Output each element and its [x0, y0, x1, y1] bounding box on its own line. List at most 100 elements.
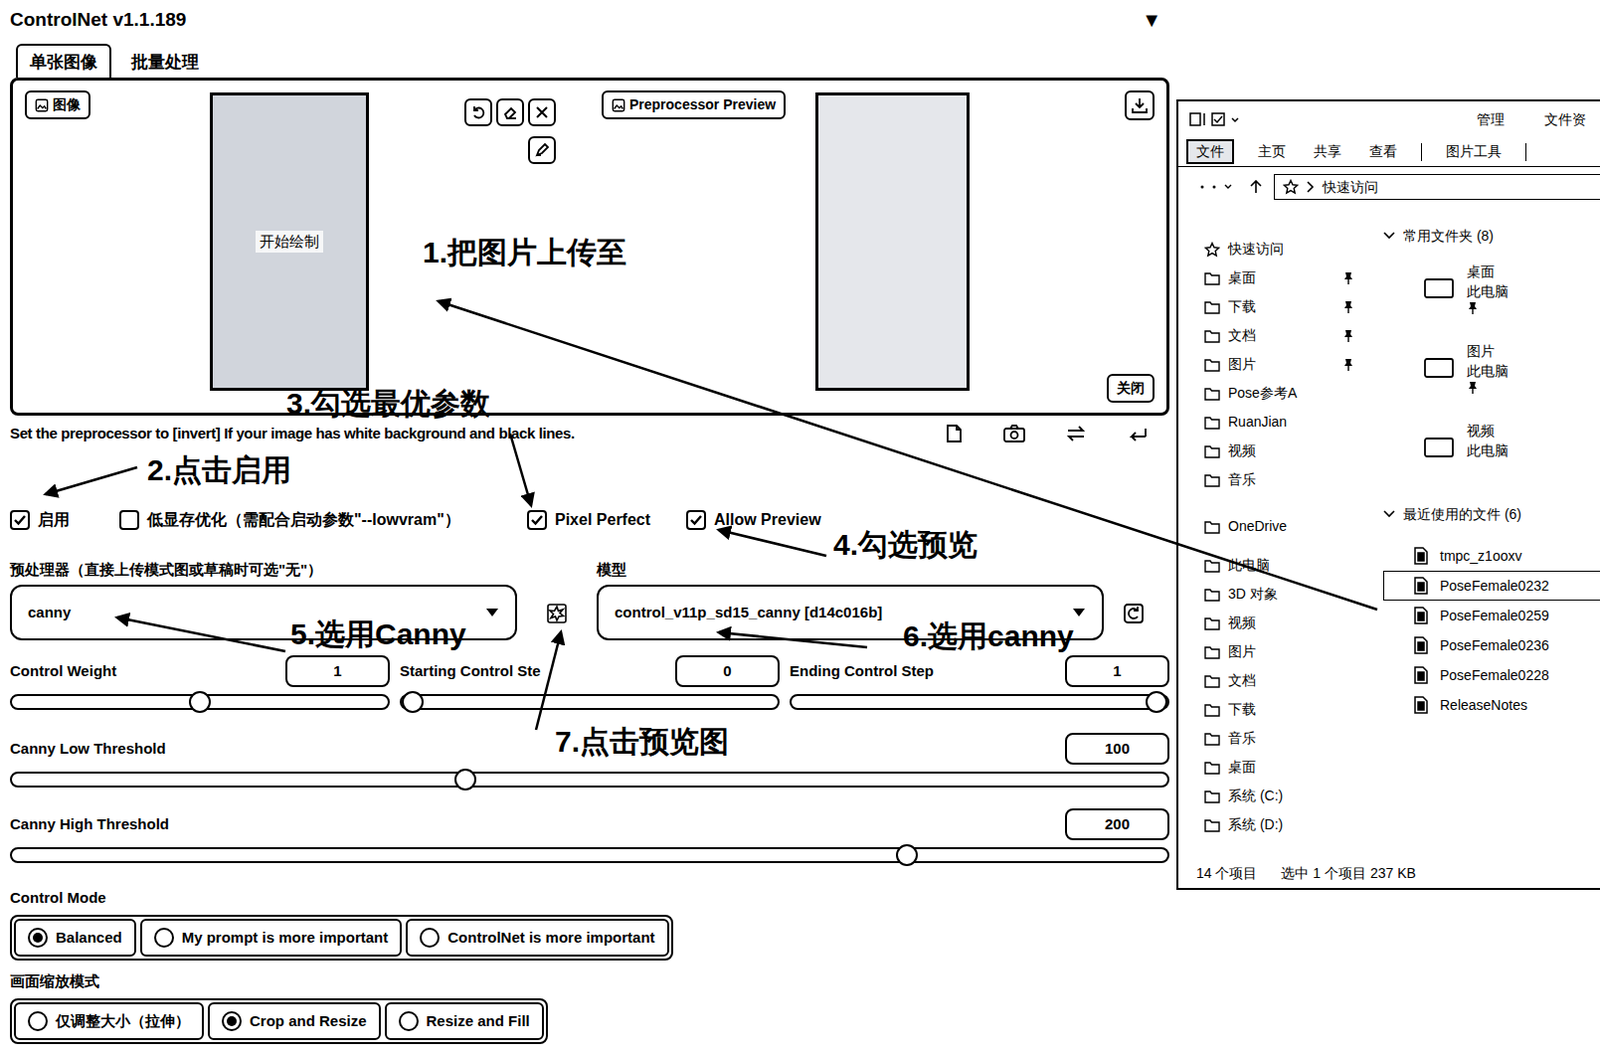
preprocessor-dropdown[interactable]: canny	[9, 584, 518, 641]
radio[interactable]	[419, 927, 440, 948]
file-row[interactable]: ReleaseNotes	[1383, 690, 1600, 720]
explosion-icon[interactable]	[545, 602, 568, 625]
step-slider-input[interactable]: 1	[285, 655, 390, 688]
nav-item[interactable]: 音乐	[1204, 723, 1356, 753]
nav-item[interactable]: 此电脑	[1204, 550, 1356, 580]
step-slider-input[interactable]: 1	[1065, 655, 1170, 688]
send-back-icon[interactable]	[1125, 422, 1150, 445]
nav-item[interactable]: 视频	[1204, 436, 1356, 466]
checkbox[interactable]	[686, 510, 707, 531]
nav-item[interactable]: 视频	[1204, 608, 1356, 638]
threshold-slider-thumb[interactable]	[454, 768, 477, 791]
step-slider-thumb[interactable]	[188, 691, 211, 713]
step-slider-track[interactable]	[789, 694, 1170, 711]
nav-item[interactable]: OneDrive	[1204, 512, 1356, 541]
up-arrow-icon[interactable]	[1249, 179, 1262, 194]
nav-item[interactable]: 音乐	[1204, 465, 1356, 495]
step-slider-thumb[interactable]	[1145, 691, 1168, 713]
ribbon-tab[interactable]: 共享	[1309, 141, 1346, 163]
camera-icon[interactable]	[1002, 422, 1027, 445]
checkbox[interactable]	[119, 510, 140, 531]
nav-item[interactable]: 桌面	[1204, 752, 1356, 782]
folder-tile[interactable]: 桌面此电脑	[1383, 248, 1600, 329]
option-checkbox[interactable]: Allow Preview	[686, 508, 905, 533]
radio-option[interactable]: Balanced	[13, 918, 137, 957]
recent-header[interactable]: 最近使用的文件 (6)	[1383, 501, 1600, 528]
nav-item[interactable]: 图片	[1204, 350, 1356, 379]
refresh-icon[interactable]	[1122, 602, 1145, 625]
threshold-slider-track[interactable]	[9, 771, 1170, 788]
nav-item[interactable]: 文档	[1204, 321, 1356, 351]
nav-item[interactable]: 图片	[1204, 637, 1356, 667]
nav-item[interactable]: 系统 (C:)	[1204, 781, 1356, 811]
step-slider-thumb[interactable]	[401, 691, 424, 713]
file-row[interactable]: PoseFemale0236	[1383, 630, 1600, 661]
checkbox[interactable]	[527, 510, 547, 531]
nav-item[interactable]: 桌面	[1204, 263, 1356, 293]
file-row[interactable]: PoseFemale0232	[1383, 570, 1600, 601]
control-mode-label: Control Mode	[9, 887, 1170, 911]
title-tab[interactable]: 管理	[1476, 109, 1505, 131]
eraser-icon[interactable]	[496, 98, 525, 127]
nav-item[interactable]: 文档	[1204, 666, 1356, 696]
threshold-slider-input[interactable]: 100	[1065, 732, 1170, 765]
nav-item[interactable]: 下载	[1204, 292, 1356, 322]
address-bar[interactable]: 快速访问	[1273, 174, 1600, 200]
ribbon-tab[interactable]: 图片工具	[1441, 141, 1506, 163]
nav-item[interactable]: Pose参考A	[1204, 378, 1356, 408]
step-slider-input[interactable]: 0	[675, 655, 780, 688]
file-row[interactable]: PoseFemale0259	[1383, 600, 1600, 631]
nav-label: 视频	[1228, 612, 1256, 634]
file-row[interactable]: tmpc_z1ooxv	[1383, 540, 1600, 571]
swap-icon[interactable]	[1064, 422, 1088, 445]
checkbox[interactable]	[9, 510, 30, 531]
nav-item[interactable]: 3D 对象	[1204, 579, 1356, 609]
undo-icon[interactable]	[464, 98, 493, 127]
tab[interactable]: 单张图像	[15, 43, 112, 79]
step-slider-track[interactable]	[9, 694, 390, 711]
threshold-slider-input[interactable]: 200	[1065, 808, 1170, 841]
document-icon[interactable]	[942, 422, 965, 445]
option-checkbox[interactable]: 低显存优化（需配合启动参数"--lowvram"）	[119, 508, 528, 533]
threshold-slider-track[interactable]	[9, 847, 1170, 864]
folder-icon	[1204, 329, 1221, 344]
folder-thumbnail-icon	[1422, 355, 1455, 380]
step-slider-track[interactable]	[399, 694, 780, 711]
file-row[interactable]: PoseFemale0228	[1383, 660, 1600, 691]
radio[interactable]	[398, 1011, 419, 1032]
radio-option[interactable]: Crop and Resize	[207, 1002, 381, 1041]
collapse-button[interactable]: ▼	[1141, 4, 1164, 35]
threshold-slider-thumb[interactable]	[895, 844, 918, 867]
ribbon-tab[interactable]: 主页	[1253, 141, 1290, 163]
option-checkbox[interactable]: Pixel Perfect	[527, 508, 687, 533]
folder-tile[interactable]: 图片此电脑	[1383, 328, 1600, 408]
preview-canvas[interactable]	[815, 92, 970, 391]
radio[interactable]	[221, 1011, 242, 1032]
radio[interactable]	[27, 1011, 48, 1032]
radio-option[interactable]: 仅调整大小（拉伸）	[13, 1002, 204, 1041]
frequent-header[interactable]: 常用文件夹 (8)	[1383, 222, 1600, 249]
nav-item[interactable]: 快速访问	[1204, 234, 1356, 264]
radio[interactable]	[154, 927, 175, 948]
download-icon[interactable]	[1124, 90, 1155, 121]
ribbon-tab[interactable]: 查看	[1365, 141, 1402, 163]
nav-item[interactable]: RuanJian	[1204, 407, 1356, 437]
radio-option[interactable]: My prompt is more important	[140, 918, 403, 957]
ribbon-tab[interactable]: 文件	[1186, 139, 1235, 165]
option-checkbox[interactable]: 启用	[9, 508, 120, 533]
close-icon[interactable]	[528, 98, 556, 127]
model-dropdown[interactable]: control_v11p_sd15_canny [d14c016b]	[596, 584, 1104, 641]
tab[interactable]: 批量处理	[119, 45, 211, 79]
nav-item[interactable]: 下载	[1204, 695, 1356, 724]
navigation-arrows-icon[interactable]	[1198, 181, 1239, 192]
folder-tile[interactable]: 视频此电脑	[1383, 407, 1600, 488]
radio[interactable]	[27, 927, 48, 948]
annotation: 2.点击启用	[147, 452, 292, 489]
nav-item[interactable]: 系统 (D:)	[1204, 810, 1356, 840]
radio-option[interactable]: Resize and Fill	[384, 1002, 544, 1041]
input-canvas[interactable]: 开始绘制	[209, 92, 369, 391]
quick-access-toolbar-icon[interactable]	[1188, 110, 1248, 129]
pen-icon[interactable]	[528, 136, 556, 165]
radio-option[interactable]: ControlNet is more important	[405, 918, 669, 957]
close-preview-button[interactable]: 关闭	[1106, 373, 1155, 403]
